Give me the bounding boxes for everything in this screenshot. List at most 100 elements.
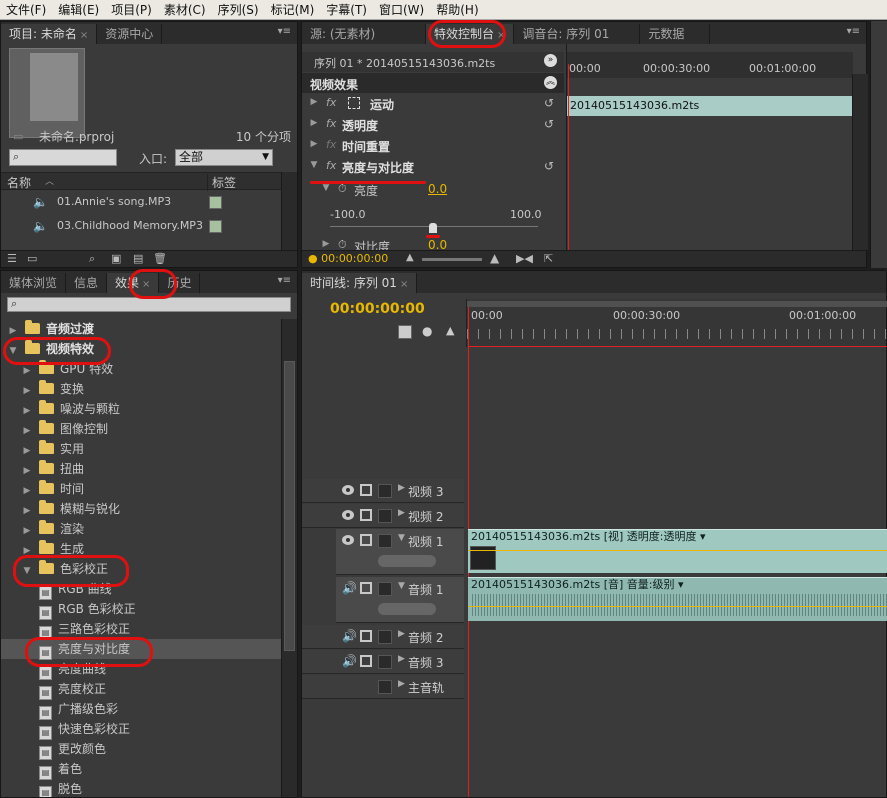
reset-icon[interactable]: ↺ xyxy=(544,96,554,110)
audio-clip[interactable]: 20140515143036.m2ts [音] 音量:级别 ▾ xyxy=(468,577,887,621)
menu-help[interactable]: 帮助(H) xyxy=(430,1,484,18)
track-master[interactable]: ▶ 主音轨 xyxy=(302,675,464,699)
tab-metadata[interactable]: 元数据 xyxy=(640,24,711,44)
ec-timecode[interactable]: ● 00:00:00:00 xyxy=(308,252,388,265)
speaker-icon[interactable]: 🔊 xyxy=(342,581,357,595)
expand-triangle-icon[interactable]: ▶ xyxy=(21,461,33,481)
param-row-brightness[interactable]: ▼ ⏱ 亮度 0.0 xyxy=(302,180,564,200)
film-icon[interactable] xyxy=(360,582,372,594)
expand-triangle-icon[interactable]: ▼ xyxy=(398,533,405,543)
tree-item[interactable]: ▼ 视频特效 xyxy=(1,339,281,359)
ec-scrollbar[interactable] xyxy=(852,74,868,250)
tab-source[interactable]: 源: (无素材) xyxy=(302,24,426,44)
lock-toggle[interactable] xyxy=(378,509,392,523)
tree-item[interactable]: ▤ 广播级色彩 xyxy=(1,699,281,720)
keyframe-nav[interactable] xyxy=(378,555,436,567)
timeline-ruler[interactable]: 00:00 00:00:30:00 00:01:00:00 xyxy=(466,299,887,347)
expand-triangle-icon[interactable]: ▼ xyxy=(21,561,33,581)
menu-clip[interactable]: 素材(C) xyxy=(158,1,212,18)
tree-item[interactable]: ▤ 三路色彩校正 xyxy=(1,619,281,640)
tree-item[interactable]: ▶ 扭曲 xyxy=(1,459,281,479)
panel-menu-icon[interactable]: ▾≡ xyxy=(278,275,291,286)
effect-row-brightness-contrast[interactable]: ▼ fx 亮度与对比度 ↺ xyxy=(302,157,564,177)
tree-item[interactable]: ▶ 渲染 xyxy=(1,519,281,539)
timeline-timecode[interactable]: 00:00:00:00 xyxy=(330,301,425,317)
tab-effect-controls[interactable]: 特效控制台 × xyxy=(426,24,515,44)
tree-item[interactable]: ▶ 噪波与颗粒 xyxy=(1,399,281,419)
expand-triangle-icon[interactable]: ▶ xyxy=(398,654,405,664)
tab-audio-mixer[interactable]: 调音台: 序列 01 xyxy=(514,24,641,44)
col-label[interactable]: 标签 xyxy=(207,174,236,191)
tab-effects[interactable]: 效果 × xyxy=(107,273,160,293)
menu-marker[interactable]: 标记(M) xyxy=(265,1,321,18)
effects-search-input[interactable]: ⌕ xyxy=(7,297,291,312)
export-icon[interactable]: ⇱ xyxy=(544,252,553,265)
icon-view-icon[interactable]: ▭ xyxy=(27,252,37,265)
reset-icon[interactable]: ↺ xyxy=(544,159,554,173)
track-video-3[interactable]: ▶ 视频 3 xyxy=(302,479,464,503)
tree-item[interactable]: ▼ 色彩校正 xyxy=(1,559,281,579)
stopwatch-icon[interactable]: ⏱ xyxy=(338,182,347,196)
track-video-2[interactable]: ▶ 视频 2 xyxy=(302,504,464,528)
snap-icon[interactable] xyxy=(398,325,412,339)
expand-triangle-icon[interactable]: ▶ xyxy=(308,139,320,149)
expand-triangle-icon[interactable]: ▼ xyxy=(308,160,320,170)
new-bin-icon[interactable]: ▣ xyxy=(111,252,121,265)
expand-triangle-icon[interactable]: ▼ xyxy=(398,581,405,591)
stopwatch-icon[interactable]: ⏱ xyxy=(338,238,347,250)
ec-playhead[interactable] xyxy=(568,64,569,250)
lock-toggle[interactable] xyxy=(378,630,392,644)
tree-item[interactable]: ▤ RGB 色彩校正 xyxy=(1,599,281,620)
speaker-icon[interactable]: 🔊 xyxy=(342,629,357,643)
ec-ruler[interactable]: 00:00 00:00:30:00 00:01:00:00 xyxy=(567,52,853,78)
expand-triangle-icon[interactable]: ▶ xyxy=(21,361,33,381)
expand-triangle-icon[interactable]: ▶ xyxy=(21,441,33,461)
expand-triangle-icon[interactable]: ▶ xyxy=(21,401,33,421)
volume-line[interactable] xyxy=(468,606,887,607)
tab-media-browser[interactable]: 媒体浏览 xyxy=(1,273,67,293)
project-scrollbar[interactable] xyxy=(281,172,297,250)
expand-triangle-icon[interactable]: ▼ xyxy=(7,341,19,361)
new-item-icon[interactable]: ▤ xyxy=(133,252,143,265)
eye-icon[interactable] xyxy=(342,485,354,495)
expand-triangle-icon[interactable]: ▶ xyxy=(398,483,405,493)
keyframe-icon[interactable]: ▲ xyxy=(446,324,454,337)
expand-triangle-icon[interactable]: ▶ xyxy=(7,321,19,341)
track-audio-1[interactable]: 🔊 ▼ 音频 1 xyxy=(336,577,464,623)
lock-toggle[interactable] xyxy=(378,680,392,694)
tab-resource-center[interactable]: 资源中心 xyxy=(97,24,163,44)
slider-handle[interactable] xyxy=(429,223,437,233)
track-video-1[interactable]: ▼ 视频 1 xyxy=(336,529,464,575)
menu-sequence[interactable]: 序列(S) xyxy=(212,1,265,18)
ec-clip-bar[interactable]: 20140515143036.m2ts xyxy=(567,96,853,116)
effects-scrollbar[interactable] xyxy=(281,319,297,797)
zoom-in-icon[interactable]: ▲ xyxy=(490,251,499,265)
effect-row-opacity[interactable]: ▶ fx 透明度 ↺ xyxy=(302,115,564,135)
expand-triangle-icon[interactable]: ▶ xyxy=(308,118,320,128)
automate-icon[interactable]: ⌕ xyxy=(89,252,95,266)
tree-item[interactable]: ▤ 亮度曲线 xyxy=(1,659,281,680)
expand-triangle-icon[interactable]: ▶ xyxy=(308,97,320,107)
film-icon[interactable] xyxy=(360,484,372,496)
zoom-out-icon[interactable]: ▲ xyxy=(406,252,414,263)
brightness-slider[interactable] xyxy=(330,223,538,234)
tree-item[interactable]: ▤ RGB 曲线 xyxy=(1,579,281,600)
project-search-input[interactable]: ⌕ xyxy=(9,149,117,166)
menu-edit[interactable]: 编辑(E) xyxy=(52,1,105,18)
tree-item[interactable]: ▤ 更改颜色 xyxy=(1,739,281,760)
tab-timeline[interactable]: 时间线: 序列 01 × xyxy=(302,273,418,293)
track-audio-3[interactable]: 🔊 ▶ 音频 3 xyxy=(302,650,464,674)
track-audio-2[interactable]: 🔊 ▶ 音频 2 xyxy=(302,625,464,649)
expand-triangle-icon[interactable]: ▼ xyxy=(320,183,332,193)
list-item[interactable]: 🔈 03.Childhood Memory.MP3 xyxy=(1,216,281,238)
delete-icon[interactable]: 🗑 xyxy=(153,252,167,265)
ec-section-header[interactable]: 视频效果 ︽ xyxy=(302,73,564,93)
tree-item[interactable]: ▶ 时间 xyxy=(1,479,281,499)
expand-triangle-icon[interactable]: ▶ xyxy=(21,521,33,541)
lock-toggle[interactable] xyxy=(378,534,392,548)
tree-item[interactable]: ▶ 生成 xyxy=(1,539,281,559)
menu-project[interactable]: 项目(P) xyxy=(105,1,158,18)
scrollbar-thumb[interactable] xyxy=(284,361,295,651)
work-area-bar[interactable] xyxy=(467,301,887,307)
tree-item[interactable]: ▤ 亮度与对比度 xyxy=(1,639,281,660)
